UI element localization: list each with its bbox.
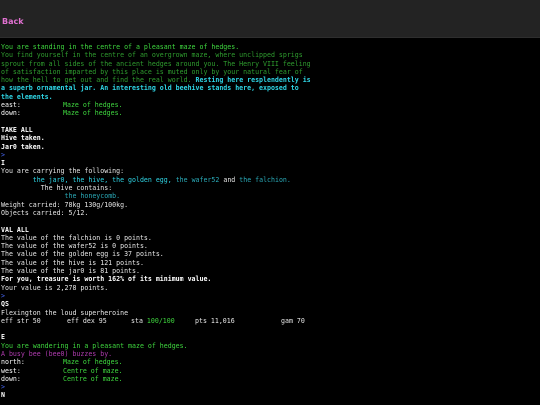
exit-destination: Maze of hedges. xyxy=(63,101,123,110)
room-description-line: sprout from all sides of the ancient hed… xyxy=(1,59,311,68)
stat-points: pts 11,016 xyxy=(195,316,235,325)
top-bar: Back xyxy=(0,0,540,38)
inventory-items-line: the jar0, the hive, the golden egg, the … xyxy=(1,176,537,184)
exit-row: east: Maze of hedges. xyxy=(1,101,537,109)
objects-line: Objects carried: 5/12. xyxy=(1,208,89,217)
back-button[interactable]: Back xyxy=(2,17,24,26)
exit-direction: east: xyxy=(1,101,21,110)
prompt-marker: > xyxy=(1,291,5,300)
event-line: A busy bee (bee0) buzzes by. xyxy=(1,349,113,358)
value-summary: For you, treasure is worth 162% of its m… xyxy=(1,275,212,284)
room-description-line: how the hell to get out and find the rea… xyxy=(1,76,537,84)
response-line: Jar0 taken. xyxy=(1,142,45,151)
player-stats: eff str 50 eff dex 95 sta 100/100 pts 11,01… xyxy=(1,317,537,325)
room-objects-line: the elements. xyxy=(1,92,53,101)
exit-destination: Centre of maze. xyxy=(63,366,123,375)
hive-item-line: the honeycomb. xyxy=(1,192,537,200)
stat-stamina-value: 100/100 xyxy=(146,316,175,325)
stat-gam: gam 70 xyxy=(281,316,305,325)
player-name: Flexington the loud superheroine xyxy=(1,308,129,317)
stat-dexterity: eff dex 95 xyxy=(67,316,107,325)
exit-direction: north: xyxy=(1,358,25,367)
exit-destination: Centre of maze. xyxy=(63,374,123,383)
command-echo: E xyxy=(1,333,5,342)
exit-row: down: Centre of maze. xyxy=(1,375,537,383)
inventory-item-falchion: the falchion. xyxy=(239,175,291,184)
room-title: You are standing in the centre of a plea… xyxy=(1,43,240,51)
room-objects-line: a superb ornamental jar. An interesting … xyxy=(1,84,299,93)
command-echo: I xyxy=(1,159,5,168)
hive-contains-label: The hive contains: xyxy=(40,184,113,193)
terminal-output: You are standing in the centre of a plea… xyxy=(1,43,537,400)
room-description-line: You find yourself in the centre of an ov… xyxy=(1,51,303,60)
hive-item: the honeycomb. xyxy=(64,192,121,201)
inventory-item-wafer: the wafer52 xyxy=(175,175,220,184)
stat-stamina-label: sta xyxy=(131,316,143,325)
value-line: The value of the wafer52 is 0 points. xyxy=(1,242,148,251)
command-echo: N xyxy=(1,391,5,400)
value-line: The value of the jar0 is 81 points. xyxy=(1,267,140,276)
value-total: Your value is 2,278 points. xyxy=(1,283,109,292)
exit-row: west: Centre of maze. xyxy=(1,367,537,375)
hive-contains-line: The hive contains: xyxy=(1,184,537,192)
weight-line: Weight carried: 78kg 130g/100kg. xyxy=(1,200,129,209)
value-line: The value of the hive is 121 points. xyxy=(1,258,144,267)
prompt-marker: > xyxy=(1,150,5,159)
value-line: The value of the falchion is 0 points. xyxy=(1,233,152,242)
prompt-marker: > xyxy=(1,383,5,392)
inventory-items: the jar0, the hive, the golden egg, xyxy=(32,175,172,184)
exit-destination: Maze of hedges. xyxy=(63,109,123,118)
stat-stamina: sta 100/100 xyxy=(131,317,195,325)
room-description-line: of satisfaction imparted by this place i… xyxy=(1,67,303,76)
exit-direction: west: xyxy=(1,366,21,375)
exit-direction: down: xyxy=(1,109,21,118)
value-line: The value of the golden egg is 37 points… xyxy=(1,250,164,259)
exit-direction: down: xyxy=(1,374,21,383)
command-echo: QS xyxy=(1,300,9,309)
exit-destination: Maze of hedges. xyxy=(63,358,123,367)
exit-row: north: Maze of hedges. xyxy=(1,358,537,366)
command-echo: VAL ALL xyxy=(1,225,29,234)
room-title: You are wandering in a pleasant maze of … xyxy=(1,341,188,350)
inventory-conjunction: and xyxy=(223,175,236,184)
stat-strength: eff str 50 xyxy=(1,316,41,325)
exit-row: down: Maze of hedges. xyxy=(1,109,537,117)
room-objects-text: Resting here resplendently is xyxy=(191,76,311,85)
response-line: Hive taken. xyxy=(1,134,45,143)
command-echo: TAKE ALL xyxy=(1,125,33,134)
response-line: You are carrying the following: xyxy=(1,167,125,176)
room-description-text: how the hell to get out and find the rea… xyxy=(1,76,192,85)
